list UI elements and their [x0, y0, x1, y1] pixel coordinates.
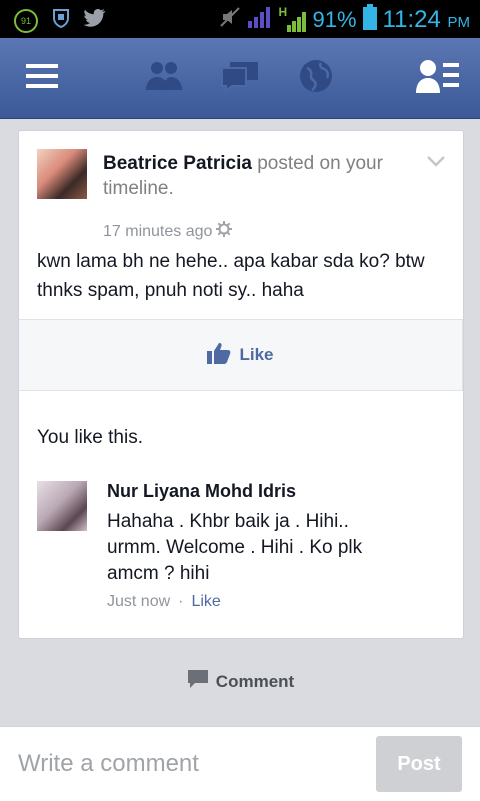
- battery-percent: 91%: [312, 6, 357, 32]
- comment-time: Just now: [107, 593, 171, 610]
- comment-button-label: Comment: [215, 671, 295, 691]
- friends-list-button[interactable]: [412, 52, 464, 104]
- comment-like-link[interactable]: Like: [191, 593, 220, 611]
- post-card: Beatrice Patricia posted on your timelin…: [18, 130, 464, 691]
- comment-input[interactable]: [18, 747, 358, 781]
- commenter-avatar[interactable]: [37, 481, 87, 531]
- menu-icon: [26, 63, 58, 94]
- like-button[interactable]: Like: [19, 320, 463, 390]
- clock-time: 11:24: [382, 5, 441, 33]
- thumbs-up-icon: [207, 342, 231, 369]
- post-action-bar: Like Comment: [19, 319, 463, 691]
- gear-icon[interactable]: [216, 221, 233, 242]
- meta-separator: ·: [178, 593, 184, 610]
- clock: 11:24 PM: [383, 6, 470, 34]
- post-timestamp: 17 minutes ago: [103, 221, 233, 242]
- menu-button[interactable]: [16, 52, 68, 104]
- comment-button[interactable]: Comment: [37, 670, 445, 693]
- notifications-button[interactable]: [290, 52, 342, 104]
- likes-summary[interactable]: You like this.: [37, 427, 143, 449]
- comment-meta: Just now · Like: [107, 593, 221, 611]
- notifications-globe-icon: [299, 59, 333, 98]
- battery-icon: [362, 4, 377, 35]
- top-nav-bar: [0, 38, 480, 119]
- post-author-name[interactable]: Beatrice Patricia: [103, 153, 252, 174]
- author-avatar[interactable]: [37, 149, 87, 199]
- shield-icon: [52, 8, 70, 33]
- post-author-line: Beatrice Patricia posted on your timelin…: [103, 151, 417, 201]
- comment-text: Hahaha . Khbr baik ja . Hihi.. urmm. Wel…: [107, 511, 363, 584]
- notification-badge-icon: 91: [14, 8, 38, 33]
- status-bar: 91 H 91% 11:24 PM: [0, 0, 480, 38]
- post-button[interactable]: Post: [376, 736, 462, 792]
- messages-button[interactable]: [214, 52, 266, 104]
- friends-list-icon: [416, 59, 460, 98]
- comment-icon: [187, 670, 208, 693]
- signal-icon: [247, 5, 273, 34]
- post-body: kwn lama bh ne hehe.. apa kabar sda ko? …: [37, 251, 425, 301]
- friend-requests-icon: [144, 60, 184, 97]
- messages-icon: [220, 60, 260, 97]
- like-button-label: Like: [239, 345, 274, 364]
- friend-requests-button[interactable]: [138, 52, 190, 104]
- chevron-down-icon[interactable]: [427, 155, 445, 173]
- post-header: Beatrice Patricia posted on your timelin…: [37, 149, 445, 240]
- comment-composer: Post: [0, 726, 480, 801]
- mute-icon: [219, 6, 241, 33]
- twitter-icon: [83, 8, 106, 32]
- commenter-name[interactable]: Nur Liyana Mohd Idris: [107, 481, 296, 502]
- post-time-text: 17 minutes ago: [103, 222, 213, 240]
- hspa-signal-icon: H: [279, 5, 307, 33]
- clock-ampm: PM: [447, 13, 471, 31]
